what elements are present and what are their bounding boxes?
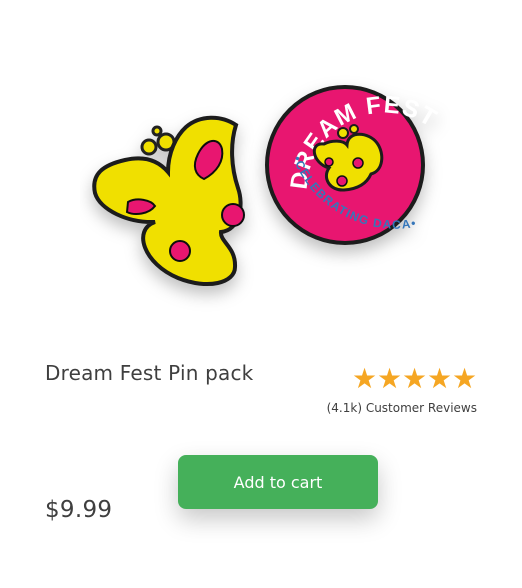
- star-icon: ★: [377, 362, 403, 395]
- star-icon: ★: [402, 362, 428, 395]
- review-count: (4.1k) Customer Reviews: [326, 401, 477, 415]
- rating-summary: ★ ★ ★ ★ ★ (4.1k) Customer Reviews: [326, 364, 478, 416]
- product-title: Dream Fest Pin pack: [45, 361, 254, 385]
- dream-fest-round-pin: DREAM FEST •CELEBRATING DACA•: [265, 85, 441, 245]
- product-price: $9.99: [45, 497, 113, 523]
- product-card: DREAM FEST •CELEBRATING DACA• Dream Fest…: [0, 0, 522, 588]
- add-to-cart-button[interactable]: Add to cart: [178, 455, 378, 509]
- product-image: DREAM FEST •CELEBRATING DACA•: [92, 85, 441, 287]
- star-icon: ★: [352, 362, 378, 395]
- star-rating: ★ ★ ★ ★ ★: [327, 364, 477, 396]
- star-icon: ★: [452, 362, 478, 395]
- star-icon: ★: [427, 362, 453, 395]
- butterfly-pin: [92, 115, 245, 287]
